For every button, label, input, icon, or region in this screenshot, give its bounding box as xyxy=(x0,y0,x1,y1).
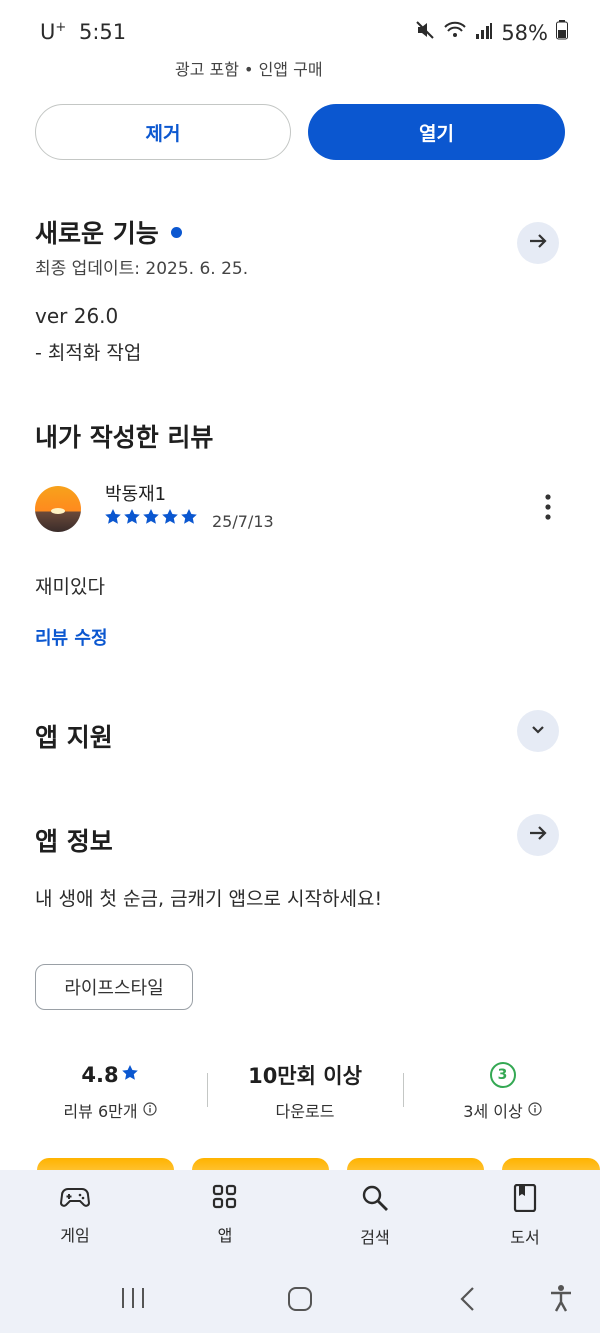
review-stars xyxy=(104,508,200,526)
stat-divider xyxy=(207,1073,208,1107)
my-review-title: 내가 작성한 리뷰 xyxy=(35,423,214,452)
app-support-title[interactable]: 앱 지원 xyxy=(35,718,113,754)
nav-apps-label: 앱 xyxy=(217,1226,233,1245)
stat-divider xyxy=(403,1073,404,1107)
ads-inapp-notice: 광고 포함 • 인앱 구매 xyxy=(175,60,323,79)
uninstall-button[interactable]: 제거 xyxy=(35,104,291,160)
home-button[interactable] xyxy=(287,1286,313,1316)
recents-icon xyxy=(120,1288,146,1314)
more-options-button[interactable] xyxy=(536,494,560,524)
app-description: 내 생애 첫 순금, 금캐기 앱으로 시작하세요! xyxy=(35,888,383,910)
edit-review-link[interactable]: 리뷰 수정 xyxy=(35,624,108,650)
carrier-label: U xyxy=(40,20,56,44)
content-rating-stat[interactable]: 3 3세 이상 xyxy=(425,1060,580,1122)
nav-games[interactable]: 게임 xyxy=(20,1184,130,1246)
review-date: 25/7/13 xyxy=(212,512,274,531)
arrow-right-icon xyxy=(527,230,549,256)
search-icon xyxy=(320,1184,430,1216)
signal-icon xyxy=(475,21,493,45)
nav-search-label: 검색 xyxy=(360,1228,390,1247)
age-rating-badge: 3 xyxy=(489,1062,516,1088)
info-icon xyxy=(528,1101,542,1120)
nav-apps[interactable]: 앱 xyxy=(170,1184,280,1246)
book-icon xyxy=(470,1183,580,1216)
nav-search[interactable]: 검색 xyxy=(320,1184,430,1248)
accessibility-button[interactable] xyxy=(548,1284,574,1316)
recent-apps-button[interactable] xyxy=(120,1286,146,1314)
chevron-down-icon xyxy=(529,720,547,742)
status-bar: U+ 5:51 58% xyxy=(0,0,600,64)
gamepad-icon xyxy=(20,1184,130,1214)
nav-books[interactable]: 도서 xyxy=(470,1183,580,1248)
nav-books-label: 도서 xyxy=(510,1228,540,1247)
nav-games-label: 게임 xyxy=(60,1226,90,1245)
app-info-title[interactable]: 앱 정보 xyxy=(35,822,113,858)
wifi-icon xyxy=(443,20,467,45)
downloads-value: 10만회 이상 xyxy=(248,1064,362,1088)
avatar xyxy=(35,486,81,532)
rating-value: 4.8 xyxy=(81,1063,119,1087)
home-icon xyxy=(287,1287,313,1316)
back-chevron-icon xyxy=(458,1287,478,1316)
battery-percent: 58% xyxy=(501,20,548,45)
review-text: 재미있다 xyxy=(35,576,105,598)
downloads-label: 다운로드 xyxy=(275,1102,335,1121)
category-chip[interactable]: 라이프스타일 xyxy=(35,964,193,1010)
apps-grid-icon xyxy=(170,1184,280,1214)
accessibility-icon xyxy=(548,1285,574,1316)
downloads-stat: 10만회 이상 다운로드 xyxy=(225,1060,385,1122)
back-button[interactable] xyxy=(458,1286,478,1316)
new-dot-icon xyxy=(170,226,182,238)
open-button[interactable]: 열기 xyxy=(308,104,565,160)
rating-stat[interactable]: 4.8 리뷰 6만개 xyxy=(35,1060,185,1122)
rating-label: 리뷰 6만개 xyxy=(63,1102,138,1121)
last-updated: 최종 업데이트: 2025. 6. 25. xyxy=(35,259,249,279)
age-rating-label: 3세 이상 xyxy=(463,1102,523,1121)
version-text: ver 26.0 xyxy=(35,304,119,328)
battery-icon xyxy=(556,20,568,45)
app-support-expand-button[interactable] xyxy=(517,710,559,752)
clock: 5:51 xyxy=(78,20,127,44)
review-author: 박동재1 xyxy=(105,484,167,505)
carrier-sup: + xyxy=(55,20,67,35)
whats-new-arrow-button[interactable] xyxy=(517,222,559,264)
whats-new-header[interactable]: 새로운 기능 xyxy=(35,214,182,250)
more-vert-icon xyxy=(545,494,551,524)
release-notes: - 최적화 작업 xyxy=(35,342,142,364)
app-info-arrow-button[interactable] xyxy=(517,814,559,856)
carrier-time: U+ 5:51 xyxy=(40,20,126,44)
star-icon xyxy=(121,1063,139,1087)
status-icons: 58% xyxy=(415,20,568,45)
info-icon xyxy=(142,1101,157,1120)
age-rating-number: 3 xyxy=(497,1067,508,1083)
arrow-right-icon xyxy=(527,822,549,848)
whats-new-title: 새로운 기능 xyxy=(35,219,159,248)
mute-icon xyxy=(415,20,435,45)
